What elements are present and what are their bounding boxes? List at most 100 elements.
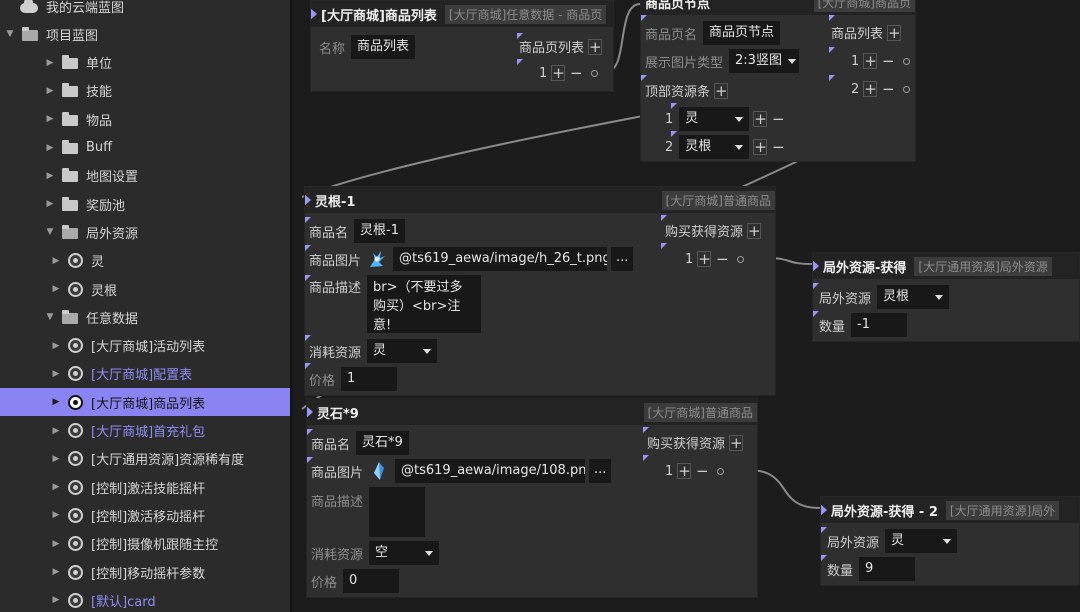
tree-item[interactable]: ▶ [大厅商城]商品列表 — [0, 388, 290, 417]
collapsed-arrow-icon[interactable]: ▶ — [44, 114, 56, 124]
flow-in-icon[interactable] — [307, 405, 313, 419]
expanded-arrow-icon[interactable]: ▼ — [44, 312, 56, 322]
tree-item[interactable]: ▶ [大厅通用资源]资源稀有度 — [0, 445, 290, 473]
output-port[interactable] — [903, 57, 911, 65]
page-name-field[interactable]: 商品页节点 — [703, 21, 781, 45]
collapsed-arrow-icon[interactable]: ▶ — [50, 256, 62, 266]
image-type-select[interactable]: 2:3竖图 — [729, 49, 800, 73]
collapsed-arrow-icon[interactable]: ▶ — [50, 284, 62, 294]
collapsed-arrow-icon[interactable]: ▶ — [44, 143, 56, 153]
add-item-button[interactable]: + — [588, 38, 603, 55]
node-goods-item-1[interactable]: 灵根-1 [大厅商城]普通商品 商品名 灵根-1 商品图片 @ts619_aew… — [304, 186, 776, 396]
collapsed-arrow-icon[interactable]: ▶ — [44, 199, 56, 209]
tree-item[interactable]: ▶ 灵根 — [0, 275, 290, 303]
goods-name-field[interactable]: 灵根-1 — [354, 219, 405, 243]
flow-in-icon[interactable] — [821, 503, 827, 517]
tree-item[interactable]: ▶ [默认]card — [0, 586, 290, 612]
remove-item-button[interactable]: − — [569, 66, 583, 81]
tree-item[interactable]: ▶ Buff — [0, 134, 290, 162]
node-goods-list[interactable]: [大厅商城]商品列表 [大厅商城]任意数据 - 商品页 名称 商品列表 商品页列… — [310, 0, 614, 92]
expanded-arrow-icon[interactable]: ▼ — [4, 29, 16, 39]
resource-select[interactable]: 灵根 — [679, 135, 750, 159]
price-field[interactable]: 1 — [341, 367, 398, 391]
remove-item-button[interactable]: − — [715, 252, 729, 267]
collapsed-arrow-icon[interactable]: ▶ — [50, 397, 62, 407]
collapsed-arrow-icon[interactable]: ▶ — [50, 539, 62, 549]
tree-item[interactable]: ▶ 技能 — [0, 77, 290, 105]
node-outer-resource-gain-1[interactable]: 局外资源-获得 [大厅通用资源]局外资源 局外资源 灵根 数量 -1 — [812, 252, 1080, 342]
tree-item[interactable]: 我的云端蓝图 — [0, 0, 290, 20]
expanded-arrow-icon[interactable]: ▼ — [44, 227, 56, 237]
tree-item[interactable]: ▶ 地图设置 — [0, 162, 290, 190]
add-item-button[interactable]: + — [863, 53, 878, 69]
remove-item-button[interactable]: − — [771, 140, 785, 155]
node-outer-resource-gain-2[interactable]: 局外资源-获得 - 2 [大厅通用资源]局外 局外资源 灵 数量 9 — [820, 496, 1080, 586]
tree-item[interactable]: ▶ [控制]摄像机跟随主控 — [0, 530, 290, 558]
goods-desc-field[interactable] — [369, 487, 426, 537]
collapsed-arrow-icon[interactable]: ▶ — [44, 86, 56, 96]
tree-item[interactable]: ▶ 物品 — [0, 105, 290, 133]
resource-select[interactable]: 灵 — [679, 107, 750, 131]
goods-desc-field[interactable]: br>（不要过多购买）<br>注意! — [367, 275, 482, 333]
add-item-button[interactable]: + — [753, 139, 768, 155]
tree-item[interactable]: ▶ 奖励池 — [0, 190, 290, 218]
add-item-button[interactable]: + — [729, 434, 744, 451]
resource-select[interactable]: 灵根 — [877, 285, 950, 309]
collapsed-arrow-icon[interactable]: ▶ — [50, 482, 62, 492]
flow-in-icon[interactable] — [813, 259, 819, 273]
cost-resource-select[interactable]: 空 — [369, 541, 440, 565]
add-item-button[interactable]: + — [887, 24, 902, 41]
collapsed-arrow-icon[interactable]: ▶ — [50, 369, 62, 379]
cost-resource-select[interactable]: 灵 — [367, 339, 438, 363]
add-item-button[interactable]: + — [697, 251, 712, 267]
tree-item[interactable]: ▶ [大厅商城]活动列表 — [0, 332, 290, 360]
add-item-button[interactable]: + — [753, 111, 768, 127]
collapsed-arrow-icon[interactable]: ▶ — [50, 567, 62, 577]
tree-item[interactable]: ▶ 灵 — [0, 247, 290, 275]
tree-item[interactable]: ▼ 局外资源 — [0, 218, 290, 246]
collapsed-arrow-icon[interactable]: ▶ — [50, 595, 62, 605]
browse-button[interactable]: ... — [611, 247, 634, 271]
flow-in-icon[interactable] — [311, 7, 317, 21]
tree-item[interactable]: ▶ [大厅商城]配置表 — [0, 360, 290, 388]
collapsed-arrow-icon[interactable]: ▶ — [50, 510, 62, 520]
tree-item[interactable]: ▶ [大厅商城]首充礼包 — [0, 417, 290, 445]
output-port[interactable] — [717, 467, 725, 475]
remove-item-button[interactable]: − — [771, 112, 785, 127]
add-item-button[interactable]: + — [714, 82, 729, 99]
collapsed-arrow-icon[interactable]: ▶ — [50, 454, 62, 464]
node-canvas[interactable]: [大厅商城]商品列表 [大厅商城]任意数据 - 商品页 名称 商品列表 商品页列… — [294, 0, 1080, 612]
quantity-field[interactable]: -1 — [851, 313, 908, 337]
tree-item[interactable]: ▶ [控制]移动摇杆参数 — [0, 558, 290, 586]
price-field[interactable]: 0 — [343, 569, 400, 593]
node-goods-page[interactable]: 商品页节点 [大厅商城]商品页 商品页名 商品页节点 展示图片类型 2:3竖图 … — [640, 0, 916, 162]
add-item-button[interactable]: + — [747, 222, 762, 239]
node-header[interactable]: 灵根-1 [大厅商城]普通商品 — [305, 187, 775, 213]
node-goods-item-2[interactable]: 灵石*9 [大厅商城]普通商品 商品名 灵石*9 商品图片 @ts619_aew… — [306, 398, 758, 598]
node-header[interactable]: [大厅商城]商品列表 [大厅商城]任意数据 - 商品页 — [311, 1, 613, 27]
goods-name-field[interactable]: 灵石*9 — [356, 431, 409, 455]
image-path-field[interactable]: @ts619_aewa/image/108.png — [395, 459, 586, 483]
tree-item[interactable]: ▶ [控制]激活技能摇杆 — [0, 473, 290, 501]
output-port[interactable] — [737, 255, 745, 263]
output-port[interactable] — [591, 69, 599, 77]
node-header[interactable]: 局外资源-获得 [大厅通用资源]局外资源 — [813, 253, 1079, 279]
name-field[interactable]: 商品列表 — [351, 35, 416, 59]
tree-item[interactable]: ▶ [控制]激活移动摇杆 — [0, 501, 290, 529]
output-port[interactable] — [903, 85, 911, 93]
add-item-button[interactable]: + — [551, 65, 566, 81]
tree-item[interactable]: ▼ 项目蓝图 — [0, 20, 290, 48]
tree-item[interactable]: ▼ 任意数据 — [0, 303, 290, 331]
collapsed-arrow-icon[interactable]: ▶ — [50, 426, 62, 436]
remove-item-button[interactable]: − — [695, 464, 709, 479]
remove-item-button[interactable]: − — [881, 82, 895, 97]
collapsed-arrow-icon[interactable]: ▶ — [44, 171, 56, 181]
add-item-button[interactable]: + — [863, 81, 878, 97]
add-item-button[interactable]: + — [677, 463, 692, 479]
quantity-field[interactable]: 9 — [859, 557, 916, 581]
tree-item[interactable]: ▶ 单位 — [0, 49, 290, 77]
resource-select[interactable]: 灵 — [885, 529, 958, 553]
browse-button[interactable]: ... — [589, 459, 612, 483]
image-path-field[interactable]: @ts619_aewa/image/h_26_t.png — [393, 247, 608, 271]
node-header[interactable]: 局外资源-获得 - 2 [大厅通用资源]局外 — [821, 497, 1079, 523]
